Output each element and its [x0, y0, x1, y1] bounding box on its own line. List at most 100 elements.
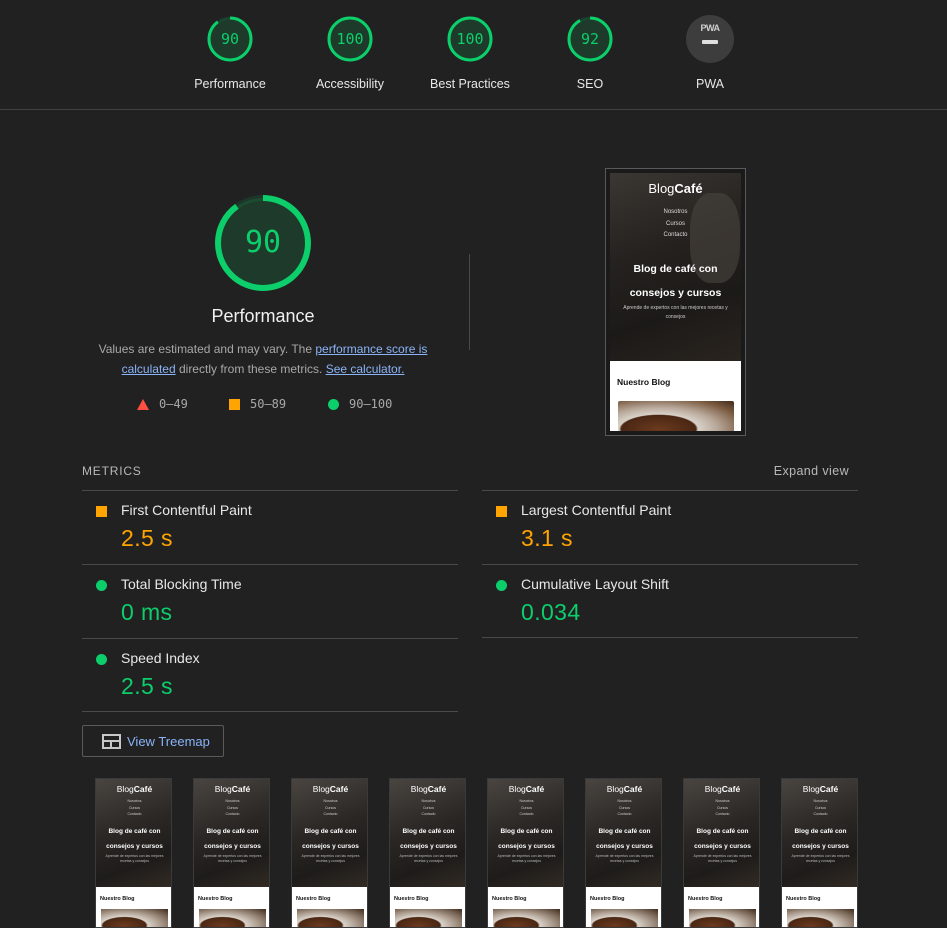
frame-nav: Nosotros Cursos Contacto: [782, 798, 857, 818]
logo-bold: Café: [623, 784, 643, 794]
frame-nav-item: Contacto: [715, 812, 730, 816]
frame-headline: Blog de café con consejos y cursos: [596, 828, 653, 850]
frame-subtitle: Aprende de expertos con las mejores rece…: [497, 854, 556, 863]
metric-first-contentful-paint: First Contentful Paint 2.5 s: [82, 490, 458, 564]
frame-nav-item: Contacto: [813, 812, 828, 816]
screenshot-hero: BlogCafé Nosotros Cursos Contacto Blog d…: [610, 173, 741, 361]
gauge-label: SEO: [576, 77, 604, 91]
frame-subtitle: Aprende de expertos con las mejores rece…: [595, 854, 654, 863]
site-nav-item: Contacto: [663, 232, 688, 238]
site-nav-item: Cursos: [665, 220, 685, 227]
expand-view-toggle[interactable]: Expand view: [774, 464, 849, 478]
logo-light: Blog: [410, 784, 428, 794]
frame-logo: BlogCafé: [390, 784, 465, 794]
frame-logo: BlogCafé: [292, 784, 367, 794]
performance-description: Values are estimated and may vary. The p…: [85, 339, 441, 379]
frame-subtitle: Aprende de expertos con las mejores rece…: [791, 854, 850, 863]
frame-section-title: Nuestro Blog: [786, 896, 821, 902]
site-headline: Blog de café con consejos y cursos: [629, 263, 722, 299]
frame-nav-item: Contacto: [421, 812, 436, 816]
metric-value: 2.5 s: [121, 525, 173, 551]
frame-hero: BlogCafé Nosotros Cursos Contacto Blog de ca…: [782, 779, 857, 887]
frame-nav: Nosotros Cursos Contacto: [586, 798, 661, 818]
logo-bold: Café: [525, 784, 545, 794]
metric-speed-index: Speed Index 2.5 s: [82, 638, 458, 712]
frame-subtitle: Aprende de expertos con las mejores rece…: [693, 854, 752, 863]
frame-nav-item: Contacto: [617, 812, 632, 816]
frame-coffee-image: [787, 909, 854, 927]
logo-light: Blog: [704, 784, 722, 794]
gauge-accessibility[interactable]: 100 Accessibility: [290, 15, 410, 91]
gauge-performance[interactable]: 90 Performance: [170, 15, 290, 91]
gauge-score: 100: [456, 30, 484, 48]
triangle-icon: [137, 399, 149, 410]
logo-bold: Café: [427, 784, 447, 794]
frame-coffee-image: [101, 909, 168, 927]
site-nav: Nosotros Cursos Contacto: [610, 207, 741, 242]
frame-hero: BlogCafé Nosotros Cursos Contacto Blog de ca…: [684, 779, 759, 887]
see-calculator-link[interactable]: See calculator.: [326, 362, 405, 376]
filmstrip-frame: BlogCafé Nosotros Cursos Contacto Blog de ca…: [781, 778, 858, 928]
frame-hero: BlogCafé Nosotros Cursos Contacto Blog de ca…: [586, 779, 661, 887]
final-screenshot[interactable]: BlogCafé Nosotros Cursos Contacto Blog d…: [605, 168, 746, 436]
frame-headline: Blog de café con consejos y cursos: [204, 828, 261, 850]
frame-nav: Nosotros Cursos Contacto: [390, 798, 465, 818]
logo-light: Blog: [508, 784, 526, 794]
frame-subtitle: Aprende de expertos con las mejores rece…: [203, 854, 262, 863]
frame-section-title: Nuestro Blog: [590, 896, 625, 902]
gauge-label: Performance: [194, 77, 266, 91]
frame-section-title: Nuestro Blog: [688, 896, 723, 902]
pass-circle-icon: [496, 580, 507, 591]
pwa-badge-text: PWA: [700, 23, 720, 33]
frame-headline: Blog de café con consejos y cursos: [400, 828, 457, 850]
metric-name: Largest Contentful Paint: [521, 502, 672, 518]
frame-nav: Nosotros Cursos Contacto: [292, 798, 367, 818]
gauge-pwa[interactable]: PWA PWA: [650, 15, 770, 91]
frame-section-title: Nuestro Blog: [492, 896, 527, 902]
metric-name: Cumulative Layout Shift: [521, 576, 669, 592]
legend-average: 50–89: [229, 397, 286, 411]
frame-coffee-image: [493, 909, 560, 927]
gauge-ring: 92: [566, 15, 614, 63]
logo-light: Blog: [648, 181, 675, 196]
screenshot-screen: BlogCafé Nosotros Cursos Contacto Blog d…: [610, 173, 741, 431]
logo-light: Blog: [312, 784, 330, 794]
frame-headline: Blog de café con consejos y cursos: [302, 828, 359, 850]
gauge-best-practices[interactable]: 100 Best Practices: [410, 15, 530, 91]
gauge-label: PWA: [695, 77, 724, 91]
view-treemap-button[interactable]: View Treemap: [82, 725, 224, 757]
frame-headline: Blog de café con consejos y cursos: [498, 828, 555, 850]
frame-nav: Nosotros Cursos Contacto: [684, 798, 759, 818]
gauge-seo[interactable]: 92 SEO: [530, 15, 650, 91]
frame-section-title: Nuestro Blog: [296, 896, 331, 902]
site-subtitle: Aprende de expertos con las mejores rece…: [623, 305, 728, 320]
gauge-ring: 90: [206, 15, 254, 63]
metric-value: 0 ms: [121, 599, 173, 625]
performance-score: 90: [244, 225, 282, 260]
frame-hero: BlogCafé Nosotros Cursos Contacto Blog de ca…: [194, 779, 269, 887]
frame-section-title: Nuestro Blog: [394, 896, 429, 902]
logo-light: Blog: [802, 784, 820, 794]
frame-nav-item: Contacto: [323, 812, 338, 816]
filmstrip-frame: BlogCafé Nosotros Cursos Contacto Blog de ca…: [585, 778, 662, 928]
pass-circle-icon: [96, 654, 107, 665]
pwa-badge-icon: PWA: [686, 15, 734, 63]
vertical-divider: [469, 254, 470, 350]
filmstrip-frame: BlogCafé Nosotros Cursos Contacto Blog de ca…: [291, 778, 368, 928]
frame-coffee-image: [297, 909, 364, 927]
site-nav-item: Nosotros: [663, 209, 688, 215]
frame-nav-item: Contacto: [225, 812, 240, 816]
metric-name: Speed Index: [121, 650, 200, 666]
gauge-score: 92: [580, 30, 600, 48]
frame-headline: Blog de café con consejos y cursos: [106, 828, 163, 850]
metric-cumulative-layout-shift: Cumulative Layout Shift 0.034: [482, 564, 858, 638]
frame-coffee-image: [199, 909, 266, 927]
metric-total-blocking-time: Total Blocking Time 0 ms: [82, 564, 458, 638]
frame-nav: Nosotros Cursos Contacto: [488, 798, 563, 818]
coffee-image: [618, 401, 734, 431]
frame-section-title: Nuestro Blog: [100, 896, 135, 902]
frame-logo: BlogCafé: [488, 784, 563, 794]
frame-logo: BlogCafé: [586, 784, 661, 794]
square-icon: [229, 399, 240, 410]
view-treemap-label: View Treemap: [127, 734, 210, 749]
